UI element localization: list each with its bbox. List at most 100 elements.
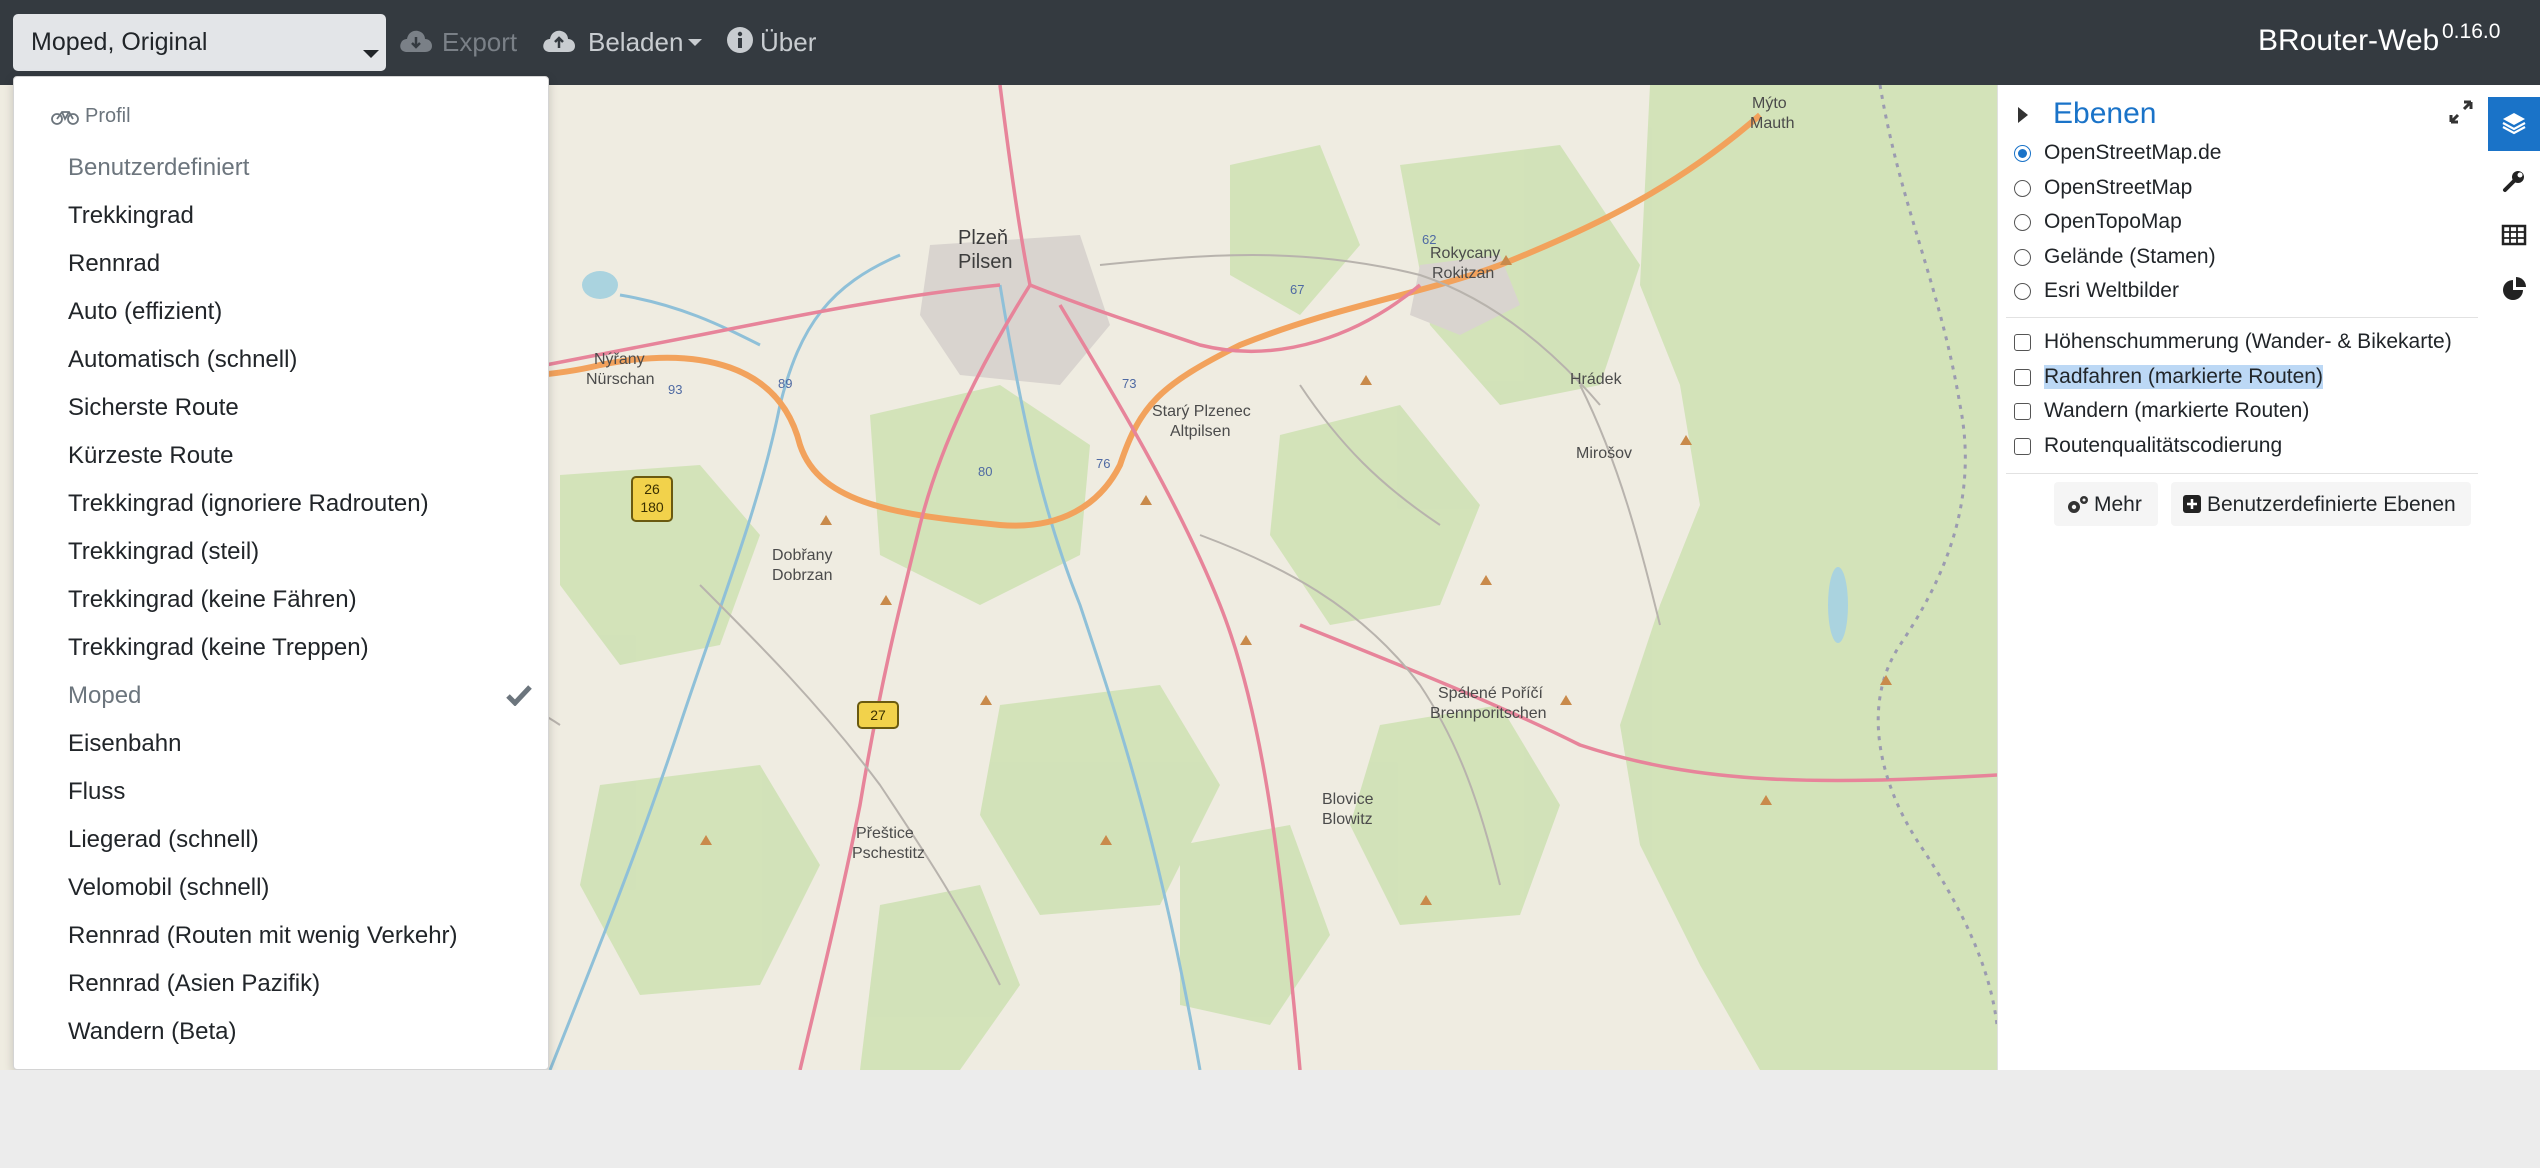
profile-option[interactable]: Trekkingrad (keine Treppen) (14, 624, 548, 670)
more-label: Mehr (2094, 493, 2142, 516)
info-circle-icon (727, 27, 753, 53)
tab-chart[interactable] (2488, 263, 2540, 317)
profile-option[interactable]: Fluss (14, 768, 548, 814)
profile-option[interactable]: Wandern (Beta) (14, 1008, 548, 1054)
tab-settings[interactable] (2488, 155, 2540, 209)
profile-option[interactable]: Eisenbahn (14, 720, 548, 766)
profile-option-label: Fluss (68, 778, 126, 805)
load-button[interactable]: Beladen (540, 24, 705, 62)
map-label: Dobrzan (772, 567, 833, 584)
wrench-icon (2503, 171, 2524, 192)
radio-button[interactable] (2014, 248, 2031, 266)
map-label: Plzeň (958, 227, 1009, 249)
map-label: Přeštice (856, 825, 914, 842)
map-label: Brennporitschen (1430, 705, 1547, 722)
profile-option-label: Wandern (Beta) (68, 1018, 237, 1045)
road-shield: 26 (644, 481, 660, 497)
map-label: Nürschan (586, 371, 655, 388)
radio-button[interactable] (2014, 179, 2031, 197)
base-layer-label: OpenStreetMap (2044, 175, 2193, 199)
brand-version: 0.16.0 (2442, 20, 2501, 43)
profile-option[interactable]: Rennrad (Asien Pazifik) (14, 960, 548, 1006)
load-label: Beladen (588, 27, 684, 57)
overlay-layer-option[interactable]: Höhenschummerung (Wander- & Bikekarte) (2014, 327, 2484, 357)
checkbox[interactable] (2014, 334, 2031, 351)
chevron-down-icon (688, 39, 702, 46)
top-navbar: Moped, Original Export Beladen Über BRou… (0, 0, 2540, 85)
profile-select[interactable]: Moped, Original (13, 14, 386, 71)
about-label: Über (760, 27, 817, 57)
map-label: Starý Plzenec (1152, 403, 1251, 420)
overlay-layer-label: Höhenschummerung (Wander- & Bikekarte) (2044, 330, 2452, 353)
profile-option-label: Rennrad (Asien Pazifik) (68, 970, 321, 997)
profile-option-label: Trekkingrad (68, 202, 194, 229)
page-footer-area (0, 1070, 2540, 1168)
profile-option[interactable]: Trekkingrad (keine Fähren) (14, 576, 548, 622)
about-button[interactable]: Über (726, 24, 826, 62)
collapse-toggle-icon[interactable] (2018, 107, 2028, 123)
road-number: 80 (978, 464, 993, 479)
base-layer-option[interactable]: OpenStreetMap (2014, 173, 2484, 203)
profile-option[interactable]: Sicherste Route (14, 384, 548, 430)
checkbox[interactable] (2014, 437, 2031, 455)
divider (2006, 317, 2478, 318)
profile-option[interactable]: Trekkingrad (ignoriere Radrouten) (14, 480, 548, 526)
overlay-layer-label: Routenqualitätscodierung (2044, 433, 2283, 457)
profile-option[interactable]: Trekkingrad (14, 192, 548, 238)
map-label: Pschestitz (852, 845, 925, 862)
chevron-down-icon (363, 50, 379, 58)
profile-option-label: Trekkingrad (ignoriere Radrouten) (68, 490, 429, 517)
overlay-layer-option[interactable]: Wandern (markierte Routen) (2014, 396, 2484, 426)
profile-option[interactable]: Rennrad (14, 240, 548, 286)
map-label: Dobřany (772, 547, 833, 564)
profile-option[interactable]: Benutzerdefiniert (14, 144, 548, 190)
cloud-upload-icon (543, 30, 575, 52)
layers-panel: Ebenen OpenStreetMap.de OpenStreetMap Open… (1997, 85, 2488, 1070)
export-button[interactable]: Export (398, 24, 523, 62)
plus-square-icon (2183, 495, 2201, 513)
cogs-icon (2068, 496, 2088, 513)
road-number: 62 (1422, 232, 1437, 247)
tab-layers[interactable] (2488, 97, 2540, 151)
base-layer-option[interactable]: Esri Weltbilder (2014, 276, 2484, 306)
profile-option[interactable]: Rennrad (Routen mit wenig Verkehr) (14, 912, 548, 958)
custom-layers-button[interactable]: Benutzerdefinierte Ebenen (2171, 482, 2471, 526)
profile-option[interactable]: Kürzeste Route (14, 432, 548, 478)
road-shield: 27 (870, 707, 886, 723)
profile-option-label: Rennrad (Routen mit wenig Verkehr) (68, 922, 458, 949)
profile-option[interactable]: Velomobil (schnell) (14, 864, 548, 910)
map-label: Nýřany (594, 351, 645, 368)
pie-chart-icon (2503, 277, 2526, 300)
radio-button[interactable] (2014, 283, 2031, 300)
map-label: Blovice (1322, 791, 1374, 808)
divider (2006, 473, 2478, 474)
profile-option-label: Velomobil (schnell) (68, 874, 270, 901)
menu-header-label: Profil (85, 105, 131, 127)
profile-option-label: Auto (effizient) (68, 298, 223, 325)
expand-icon[interactable] (2448, 99, 2474, 125)
profile-option[interactable]: Moped (14, 672, 548, 718)
radio-button[interactable] (2014, 145, 2031, 162)
base-layer-label: OpenStreetMap.de (2044, 141, 2222, 164)
overlay-layer-option[interactable]: Radfahren (markierte Routen) (2014, 362, 2484, 392)
base-layer-option[interactable]: OpenTopoMap (2014, 207, 2484, 237)
base-layer-option[interactable]: Gelände (Stamen) (2014, 242, 2484, 272)
map-label: Mirošov (1576, 445, 1633, 462)
base-layer-option[interactable]: OpenStreetMap.de (2014, 138, 2484, 168)
panel-title[interactable]: Ebenen (2053, 97, 2156, 131)
checkbox[interactable] (2014, 368, 2031, 386)
profile-option[interactable]: Liegerad (schnell) (14, 816, 548, 862)
profile-option[interactable]: Trekkingrad (steil) (14, 528, 548, 574)
more-button[interactable]: Mehr (2054, 482, 2158, 526)
map-label: Blowitz (1322, 811, 1373, 828)
radio-button[interactable] (2014, 214, 2031, 231)
tab-table[interactable] (2488, 209, 2540, 263)
road-shield: 180 (640, 499, 664, 515)
profile-option[interactable]: Auto (effizient) (14, 288, 548, 334)
map-label: Mauth (1750, 115, 1795, 132)
checkbox[interactable] (2014, 403, 2031, 420)
overlay-layer-option[interactable]: Routenqualitätscodierung (2014, 431, 2484, 461)
custom-layers-label: Benutzerdefinierte Ebenen (2207, 493, 2456, 516)
profile-option[interactable]: Automatisch (schnell) (14, 336, 548, 382)
table-icon (2501, 224, 2527, 246)
